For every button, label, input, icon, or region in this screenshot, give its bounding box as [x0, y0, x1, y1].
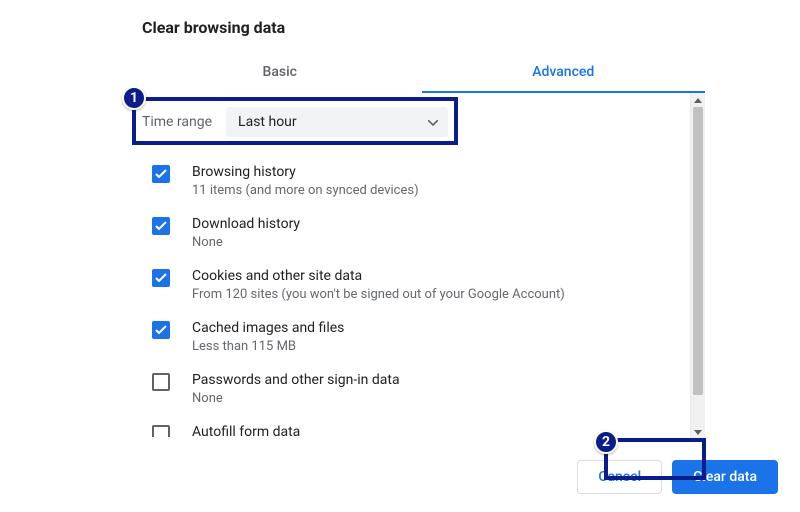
item-subtitle: None [192, 391, 400, 406]
tabs: Basic Advanced [138, 53, 705, 93]
list-item[interactable]: Passwords and other sign-in data None [138, 363, 690, 415]
time-range-select[interactable]: Last hour [226, 107, 448, 137]
scroll-down-icon[interactable] [691, 425, 705, 439]
scrollbar[interactable] [690, 93, 705, 439]
tab-advanced[interactable]: Advanced [422, 53, 706, 93]
list-item[interactable]: Cached images and files Less than 115 MB [138, 311, 690, 363]
dialog-title: Clear browsing data [142, 18, 705, 37]
chevron-down-icon [428, 114, 438, 130]
item-title: Browsing history [192, 164, 419, 180]
item-title: Download history [192, 216, 300, 232]
list-item[interactable]: Browsing history 11 items (and more on s… [138, 155, 690, 207]
dialog-body: Time range Last hour Browsing history 11… [138, 93, 705, 439]
item-title: Cookies and other site data [192, 268, 565, 284]
scroll-up-icon[interactable] [691, 93, 705, 107]
item-title: Autofill form data [192, 424, 300, 437]
time-range-label: Time range [142, 114, 212, 130]
checkbox-cache[interactable] [152, 321, 170, 339]
item-subtitle: Less than 115 MB [192, 339, 344, 354]
checkbox-browsing-history[interactable] [152, 165, 170, 183]
checkbox-autofill[interactable] [152, 425, 170, 437]
item-title: Cached images and files [192, 320, 344, 336]
scrollbar-thumb[interactable] [693, 107, 703, 395]
time-range-row: Time range Last hour [138, 97, 690, 147]
item-title: Passwords and other sign-in data [192, 372, 400, 388]
time-range-value: Last hour [238, 114, 297, 130]
item-subtitle: 11 items (and more on synced devices) [192, 183, 419, 198]
scroll-area: Time range Last hour Browsing history 11… [138, 93, 690, 439]
tab-basic[interactable]: Basic [138, 53, 422, 93]
clear-browsing-data-dialog: Clear browsing data Basic Advanced Time … [138, 18, 705, 439]
item-subtitle: From 120 sites (you won't be signed out … [192, 287, 565, 302]
clear-data-button[interactable]: Clear data [672, 460, 778, 494]
checkbox-passwords[interactable] [152, 373, 170, 391]
annotation-badge-2: 2 [594, 430, 618, 454]
checkbox-cookies[interactable] [152, 269, 170, 287]
item-subtitle: None [192, 235, 300, 250]
list-item[interactable]: Download history None [138, 207, 690, 259]
cancel-button[interactable]: Cancel [577, 460, 662, 494]
list-item[interactable]: Cookies and other site data From 120 sit… [138, 259, 690, 311]
checkbox-download-history[interactable] [152, 217, 170, 235]
data-type-list: Browsing history 11 items (and more on s… [138, 155, 690, 437]
dialog-footer: Cancel Clear data [0, 442, 800, 512]
annotation-badge-1: 1 [122, 86, 146, 110]
